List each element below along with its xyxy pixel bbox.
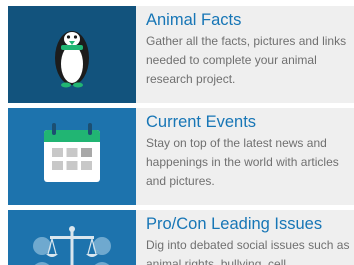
animal-facts-text: Animal Facts Gather all the facts, pictu… bbox=[136, 6, 354, 103]
card-description: Dig into debated social issues such as a… bbox=[146, 238, 350, 265]
card-animal-facts[interactable]: Animal Facts Gather all the facts, pictu… bbox=[8, 6, 354, 103]
scales-icon bbox=[33, 226, 111, 265]
card-description: Gather all the facts, pictures and links… bbox=[146, 34, 347, 86]
card-title[interactable]: Animal Facts bbox=[146, 10, 354, 30]
card-current-events[interactable]: Current Events Stay on top of the latest… bbox=[8, 108, 354, 205]
card-pro-con-issues[interactable]: Pro/Con Leading Issues Dig into debated … bbox=[8, 210, 354, 265]
card-description: Stay on top of the latest news and happe… bbox=[146, 136, 339, 188]
pro-con-thumbnail[interactable] bbox=[8, 210, 136, 265]
card-title[interactable]: Current Events bbox=[146, 112, 354, 132]
resource-list: Animal Facts Gather all the facts, pictu… bbox=[0, 0, 354, 265]
animal-facts-thumbnail[interactable] bbox=[8, 6, 136, 103]
current-events-text: Current Events Stay on top of the latest… bbox=[136, 108, 354, 205]
penguin-icon bbox=[55, 31, 89, 88]
calendar-icon bbox=[44, 123, 100, 182]
card-title[interactable]: Pro/Con Leading Issues bbox=[146, 214, 354, 234]
pro-con-text: Pro/Con Leading Issues Dig into debated … bbox=[136, 210, 354, 265]
current-events-thumbnail[interactable] bbox=[8, 108, 136, 205]
